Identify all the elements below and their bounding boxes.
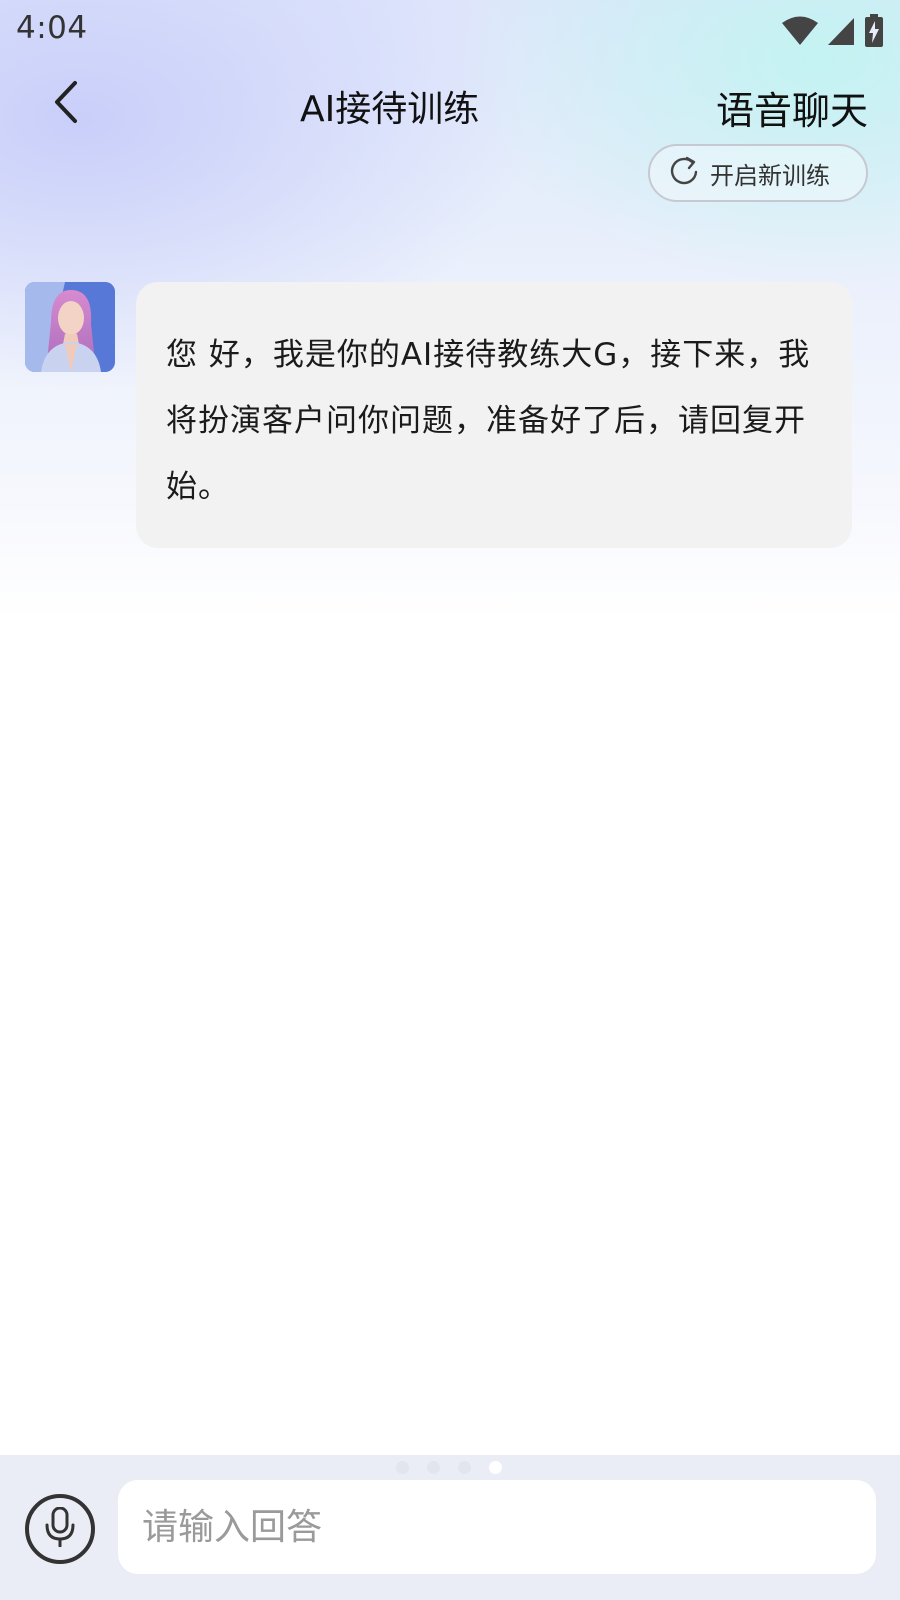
page-dot bbox=[427, 1461, 440, 1474]
message-bubble: 您 好，我是你的AI接待教练大G，接下来，我将扮演客户问你问题，准备好了后，请回… bbox=[136, 282, 852, 548]
message-text: 您 好，我是你的AI接待教练大G，接下来，我将扮演客户问你问题，准备好了后，请回… bbox=[166, 337, 811, 505]
voice-chat-button[interactable]: 语音聊天 bbox=[716, 80, 868, 135]
header: AI接待训练 语音聊天 bbox=[0, 70, 900, 140]
avatar bbox=[25, 282, 115, 372]
page-dot bbox=[458, 1461, 471, 1474]
microphone-button[interactable] bbox=[25, 1494, 95, 1564]
status-bar: 4:04 bbox=[0, 0, 900, 60]
microphone-icon bbox=[45, 1506, 75, 1551]
status-time: 4:04 bbox=[16, 10, 88, 46]
refresh-icon bbox=[668, 154, 700, 192]
cellular-signal-icon bbox=[826, 16, 856, 46]
page-title: AI接待训练 bbox=[300, 89, 480, 130]
wifi-icon bbox=[782, 16, 818, 46]
page-dot-active bbox=[489, 1461, 502, 1474]
page-indicator bbox=[396, 1461, 502, 1474]
battery-charging-icon bbox=[864, 14, 884, 48]
back-button[interactable] bbox=[36, 74, 96, 134]
answer-input[interactable] bbox=[118, 1480, 876, 1574]
new-training-label: 开启新训练 bbox=[710, 161, 830, 190]
chevron-left-icon bbox=[51, 80, 81, 128]
page-dot bbox=[396, 1461, 409, 1474]
status-icons bbox=[782, 14, 884, 48]
new-training-button[interactable]: 开启新训练 bbox=[648, 144, 868, 202]
